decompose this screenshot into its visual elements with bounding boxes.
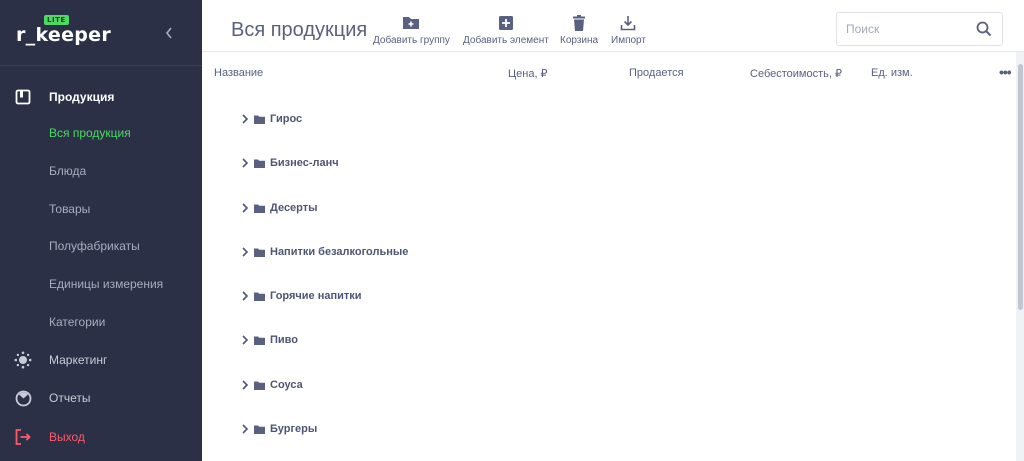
add-item-label: Добавить элемент bbox=[463, 35, 549, 46]
folder-icon bbox=[254, 159, 265, 168]
chevron-right-icon[interactable] bbox=[240, 202, 250, 214]
sidebar-item-products[interactable]: Продукция bbox=[0, 80, 202, 114]
chevron-right-icon[interactable] bbox=[240, 157, 250, 169]
import-label: Импорт bbox=[611, 35, 646, 46]
scrollbar-thumb[interactable] bbox=[1018, 64, 1023, 310]
sidebar-item-label: Продукция bbox=[49, 90, 115, 104]
sidebar-item-label: Товары bbox=[49, 202, 91, 216]
app: r_keeper LITE Продукция Вся продукция Бл… bbox=[0, 0, 1024, 461]
table-row[interactable]: Десерты bbox=[240, 198, 318, 218]
sun-icon bbox=[14, 351, 32, 369]
sidebar-item-all-products[interactable]: Вся продукция bbox=[0, 116, 202, 150]
sidebar-item-label: Выход bbox=[49, 430, 85, 444]
column-header-price[interactable]: Цена, ₽ bbox=[508, 67, 548, 80]
add-group-button[interactable]: Добавить группу bbox=[373, 14, 450, 46]
folder-icon bbox=[254, 292, 265, 301]
search-input[interactable] bbox=[837, 13, 967, 45]
chevron-left-icon bbox=[165, 27, 172, 39]
sidebar-item-dishes[interactable]: Блюда bbox=[0, 154, 202, 188]
folder-icon bbox=[254, 204, 265, 213]
logo-badge: LITE bbox=[44, 15, 69, 25]
row-label: Пиво bbox=[270, 334, 299, 346]
chevron-right-icon[interactable] bbox=[240, 379, 250, 391]
book-icon bbox=[14, 88, 32, 106]
sidebar-item-label: Отчеты bbox=[49, 391, 91, 405]
table-row[interactable]: Напитки безалкогольные bbox=[240, 242, 408, 262]
row-label: Десерты bbox=[270, 202, 318, 214]
header: Вся продукция Добавить группу Добавить э… bbox=[202, 0, 1024, 52]
folder-icon bbox=[254, 381, 265, 390]
column-header-selling[interactable]: Продается bbox=[629, 67, 684, 79]
page-title: Вся продукция bbox=[231, 19, 368, 41]
sidebar-item-goods[interactable]: Товары bbox=[0, 192, 202, 226]
collapse-sidebar-button[interactable] bbox=[160, 23, 178, 43]
trash-icon bbox=[573, 15, 586, 31]
table-row[interactable]: Соуса bbox=[240, 375, 303, 395]
plus-square-icon bbox=[498, 16, 513, 30]
sidebar-item-reports[interactable]: Отчеты bbox=[0, 381, 202, 415]
chevron-right-icon[interactable] bbox=[240, 423, 250, 435]
column-header-cost[interactable]: Себестоимость, ₽ bbox=[750, 67, 842, 80]
sidebar-item-semi-finished[interactable]: Полуфабрикаты bbox=[0, 229, 202, 263]
chart-icon bbox=[14, 389, 32, 407]
table-row[interactable]: Горячие напитки bbox=[240, 286, 362, 306]
chevron-right-icon[interactable] bbox=[240, 334, 250, 346]
sidebar-item-units[interactable]: Единицы измерения bbox=[0, 267, 202, 301]
trash-label: Корзина bbox=[560, 35, 599, 46]
sidebar-item-label: Блюда bbox=[49, 164, 87, 178]
search-icon[interactable] bbox=[976, 21, 992, 37]
folder-icon bbox=[254, 115, 265, 124]
logo-text: r_keeper bbox=[16, 24, 112, 46]
table-row[interactable]: Пиво bbox=[240, 330, 298, 350]
folder-icon bbox=[254, 425, 265, 434]
sidebar-item-label: Полуфабрикаты bbox=[49, 239, 140, 253]
sidebar-item-label: Маркетинг bbox=[49, 353, 108, 367]
table-row[interactable]: Бизнес-ланч bbox=[240, 153, 339, 173]
folder-plus-icon bbox=[403, 17, 420, 29]
logout-icon bbox=[14, 428, 32, 446]
table-row[interactable]: Бургеры bbox=[240, 419, 317, 439]
folder-icon bbox=[254, 248, 265, 257]
column-header-name[interactable]: Название bbox=[214, 67, 263, 79]
more-options-button[interactable]: ••• bbox=[999, 64, 1012, 80]
logo-area: r_keeper LITE bbox=[0, 0, 202, 66]
row-label: Горячие напитки bbox=[270, 290, 362, 302]
row-label: Соуса bbox=[270, 379, 303, 391]
row-label: Напитки безалкогольные bbox=[270, 246, 409, 258]
add-group-label: Добавить группу bbox=[373, 35, 450, 46]
row-label: Бизнес-ланч bbox=[270, 157, 339, 169]
sidebar-item-label: Вся продукция bbox=[49, 126, 131, 140]
table-row[interactable]: Гирос bbox=[240, 109, 302, 129]
chevron-right-icon[interactable] bbox=[240, 290, 250, 302]
sidebar-item-categories[interactable]: Категории bbox=[0, 305, 202, 339]
add-item-button[interactable]: Добавить элемент bbox=[463, 14, 549, 46]
chevron-right-icon[interactable] bbox=[240, 246, 250, 258]
chevron-right-icon[interactable] bbox=[240, 113, 250, 125]
sidebar-item-label: Категории bbox=[49, 315, 106, 329]
folder-icon bbox=[254, 336, 265, 345]
column-header-unit[interactable]: Ед. изм. bbox=[871, 67, 913, 79]
import-button[interactable]: Импорт bbox=[611, 14, 646, 46]
sidebar-item-marketing[interactable]: Маркетинг bbox=[0, 343, 202, 377]
sidebar: r_keeper LITE Продукция Вся продукция Бл… bbox=[0, 0, 202, 461]
download-icon bbox=[621, 16, 636, 31]
logo: r_keeper LITE bbox=[16, 15, 112, 46]
sidebar-item-label: Единицы измерения bbox=[49, 277, 164, 291]
sidebar-item-logout[interactable]: Выход bbox=[0, 420, 202, 454]
search-box bbox=[836, 12, 1003, 46]
trash-button[interactable]: Корзина bbox=[560, 14, 598, 46]
row-label: Гирос bbox=[270, 113, 303, 125]
row-label: Бургеры bbox=[270, 423, 318, 435]
